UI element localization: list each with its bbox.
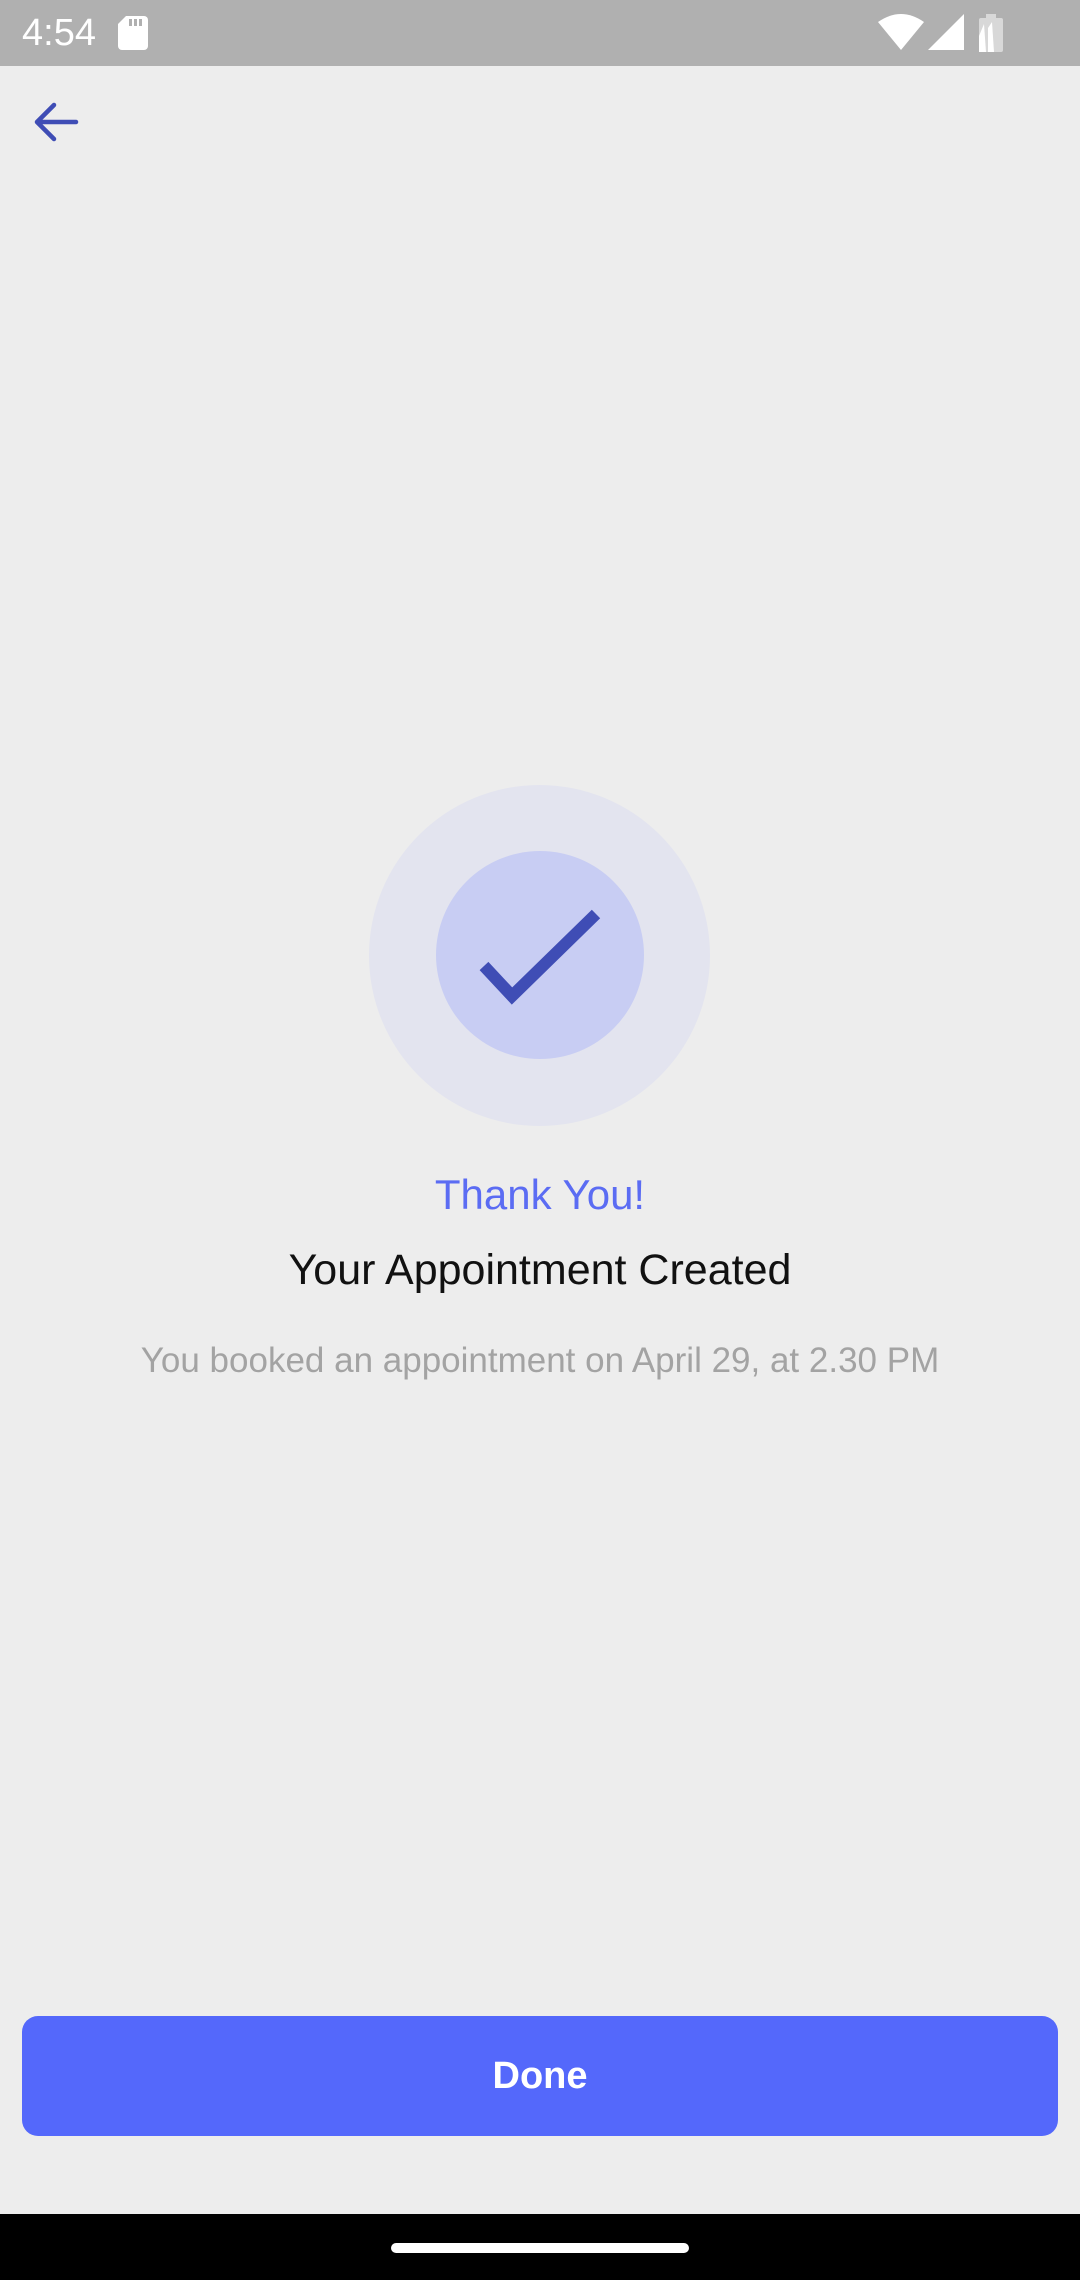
confirmation-screen: 4:54 Thank You! Your Appointment Created [0, 0, 1080, 2280]
status-bar: 4:54 [0, 0, 1080, 66]
status-time: 4:54 [22, 12, 96, 54]
sd-card-icon [118, 16, 148, 50]
check-icon [479, 909, 601, 1005]
navigation-bar [0, 2214, 1080, 2280]
battery-icon [979, 14, 1003, 52]
confirmation-headline: Your Appointment Created [288, 1246, 792, 1294]
home-indicator[interactable] [391, 2243, 689, 2253]
done-button[interactable]: Done [22, 2016, 1058, 2136]
wifi-icon [878, 14, 924, 50]
arrow-left-icon [34, 102, 79, 142]
signal-icon [928, 14, 964, 50]
back-button[interactable] [24, 90, 88, 154]
appointment-details: You booked an appointment on April 29, a… [140, 1341, 940, 1380]
thank-you-title: Thank You! [434, 1171, 646, 1218]
